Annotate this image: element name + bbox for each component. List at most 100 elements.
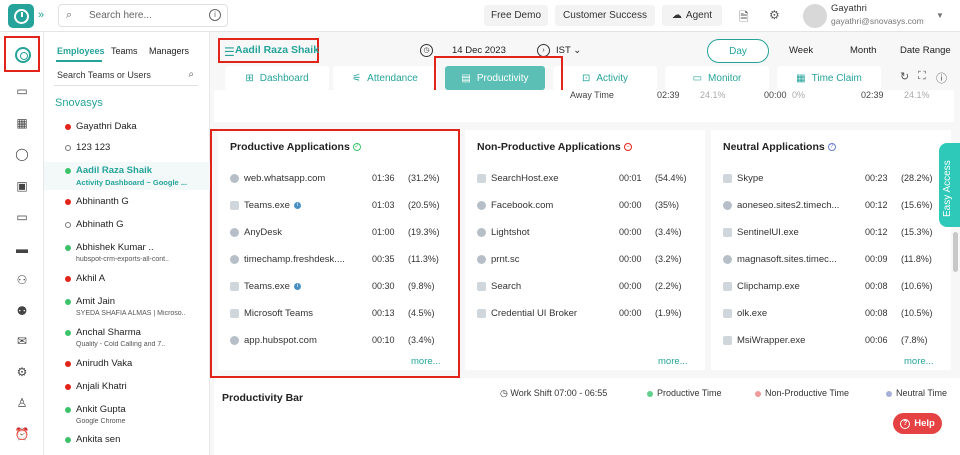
question-icon: ?: [900, 418, 911, 429]
list-item[interactable]: olk.exe 00:08 (10.5%): [723, 308, 943, 322]
list-item[interactable]: Credential UI Broker 00:00 (1.9%): [477, 308, 697, 322]
customer-success-button[interactable]: Customer Success: [555, 5, 655, 26]
rail-alarm-icon[interactable]: ⏰: [13, 425, 31, 443]
list-item[interactable]: Anirudh Vaka: [44, 355, 210, 375]
help-circle-icon[interactable]: ⓘ: [936, 70, 947, 86]
employee-name: Ankit Gupta: [76, 404, 126, 415]
list-item[interactable]: Anchal Sharma Quality - Cold Calling and…: [44, 324, 210, 352]
list-item[interactable]: Abhinanth G: [44, 193, 210, 213]
app-icon: [723, 228, 732, 237]
more-link[interactable]: more...: [658, 356, 688, 367]
help-label: Help: [914, 418, 935, 429]
tab-teams[interactable]: Teams: [111, 46, 138, 56]
list-item[interactable]: SearchHost.exe 00:01 (54.4%): [477, 173, 697, 187]
tab-dashboard[interactable]: ⊞ Dashboard: [225, 66, 329, 90]
app-icon: [723, 255, 732, 264]
tab-monitor[interactable]: ▭ Monitor: [665, 66, 769, 90]
rail-card-icon[interactable]: ▬: [13, 240, 31, 258]
tab-label: Dashboard: [259, 72, 309, 84]
app-time: 00:09: [865, 254, 888, 264]
chevron-down-icon[interactable]: ▼: [936, 11, 944, 20]
tab-employees[interactable]: Employees: [57, 46, 105, 56]
app-name: SentinelUI.exe: [737, 227, 799, 238]
app-logo[interactable]: [8, 4, 34, 28]
list-item[interactable]: Search 00:00 (2.2%): [477, 281, 697, 295]
list-item[interactable]: Facebook.com 00:00 (35%): [477, 200, 697, 214]
tab-label: Attendance: [367, 72, 418, 84]
rail-team-icon[interactable]: ⚉: [13, 302, 31, 320]
attendance-icon: ⚟: [352, 72, 362, 84]
work-shift: ◷ Work Shift 07:00 - 06:55: [500, 388, 607, 399]
list-item[interactable]: Ankit Gupta Google Chrome: [44, 401, 210, 429]
period-month-button[interactable]: Month: [850, 45, 876, 56]
tab-attendance[interactable]: ⚟ Attendance: [333, 66, 437, 90]
expand-icon[interactable]: »: [38, 9, 44, 21]
rail-settings-icon[interactable]: ⚙: [13, 363, 31, 381]
easy-access-tab[interactable]: Easy Access: [939, 143, 960, 227]
rail-schedule-icon[interactable]: ▦: [13, 114, 31, 132]
selected-person-name: Aadil Raza Shaik: [235, 44, 320, 56]
team-search[interactable]: ⌕: [54, 66, 198, 86]
status-dot: [65, 145, 71, 151]
period-date-range-button[interactable]: Date Range: [900, 45, 951, 56]
status-dot: [65, 437, 71, 443]
tab-managers[interactable]: Managers: [149, 46, 189, 56]
employee-activity: Google Chrome: [76, 418, 126, 425]
selected-person-header[interactable]: ☰ Aadil Raza Shaik: [218, 38, 319, 63]
list-item[interactable]: prnt.sc 00:00 (3.2%): [477, 254, 697, 268]
list-item[interactable]: Clipchamp.exe 00:08 (10.6%): [723, 281, 943, 295]
selected-date[interactable]: 14 Dec 2023: [452, 45, 506, 56]
list-item-selected[interactable]: Aadil Raza Shaik Activity Dashboard ~ Go…: [44, 162, 210, 190]
clock-history-icon[interactable]: ◷: [420, 44, 433, 57]
list-item[interactable]: Abhinath G: [44, 216, 210, 236]
rail-mail-icon[interactable]: ✉: [13, 332, 31, 350]
app-percent: (15.3%): [901, 227, 933, 237]
list-item[interactable]: aoneseo.sites2.timech... 00:12 (15.6%): [723, 200, 943, 214]
rail-user-icon[interactable]: ◯: [13, 145, 31, 163]
tab-label: Activity: [596, 72, 629, 84]
tab-time-claim[interactable]: ▦ Time Claim: [777, 66, 881, 90]
list-item[interactable]: MsiWrapper.exe 00:06 (7.8%): [723, 335, 943, 349]
team-search-input[interactable]: [57, 70, 175, 80]
more-link[interactable]: more...: [904, 356, 934, 367]
global-search[interactable]: ⌕ i: [58, 4, 228, 27]
period-week-button[interactable]: Week: [789, 45, 813, 56]
timezone-select[interactable]: IST ⌄: [556, 45, 581, 56]
avatar[interactable]: [803, 4, 827, 28]
clock-icon: [13, 8, 29, 24]
list-item[interactable]: Akhil A: [44, 270, 210, 290]
rail-briefcase-icon[interactable]: ▣: [13, 177, 31, 195]
rail-profile-icon[interactable]: ♙: [13, 394, 31, 412]
list-item[interactable]: 123 123: [44, 139, 210, 159]
list-item[interactable]: Ankita sen: [44, 431, 210, 451]
app-percent: (3.2%): [655, 254, 682, 264]
list-item[interactable]: SentinelUI.exe 00:12 (15.3%): [723, 227, 943, 241]
app-name: MsiWrapper.exe: [737, 335, 806, 346]
tab-activity[interactable]: ⊡ Activity: [553, 66, 657, 90]
app-name: Skype: [737, 173, 764, 184]
refresh-icon[interactable]: ↻: [900, 70, 909, 83]
period-day-button[interactable]: Day: [707, 39, 769, 63]
list-item[interactable]: Anjali Khatri: [44, 378, 210, 398]
list-item[interactable]: Abhishek Kumar .. hubspot-crm-exports-al…: [44, 239, 210, 267]
document-icon[interactable]: 🗎: [739, 8, 749, 29]
list-item[interactable]: Lightshot 00:00 (3.4%): [477, 227, 697, 241]
fullscreen-icon[interactable]: ⛶: [918, 70, 926, 83]
free-demo-button[interactable]: Free Demo: [484, 5, 548, 26]
gear-icon[interactable]: ⚙: [769, 8, 780, 22]
rail-users-icon[interactable]: ⚇: [13, 271, 31, 289]
info-icon[interactable]: i: [209, 9, 221, 21]
help-button[interactable]: ? Help: [893, 413, 942, 434]
scrollbar[interactable]: [953, 232, 958, 272]
list-item[interactable]: Skype 00:23 (28.2%): [723, 173, 943, 187]
rail-item-activity-highlight[interactable]: [4, 36, 40, 72]
top-bar: » ⌕ i Free Demo Customer Success ☁ Agent…: [0, 0, 960, 32]
global-search-input[interactable]: [89, 8, 199, 23]
rail-calendar-icon[interactable]: ▭: [13, 82, 31, 100]
app-percent: (2.2%): [655, 281, 682, 291]
agent-button[interactable]: ☁ Agent: [662, 5, 722, 26]
list-item[interactable]: Amit Jain SYEDA SHAFIA ALMAS | Microso..: [44, 293, 210, 321]
rail-monitor-icon[interactable]: ▭: [13, 208, 31, 226]
list-item[interactable]: Gayathri Daka: [44, 118, 210, 138]
list-item[interactable]: magnasoft.sites.timec... 00:09 (11.8%): [723, 254, 943, 268]
